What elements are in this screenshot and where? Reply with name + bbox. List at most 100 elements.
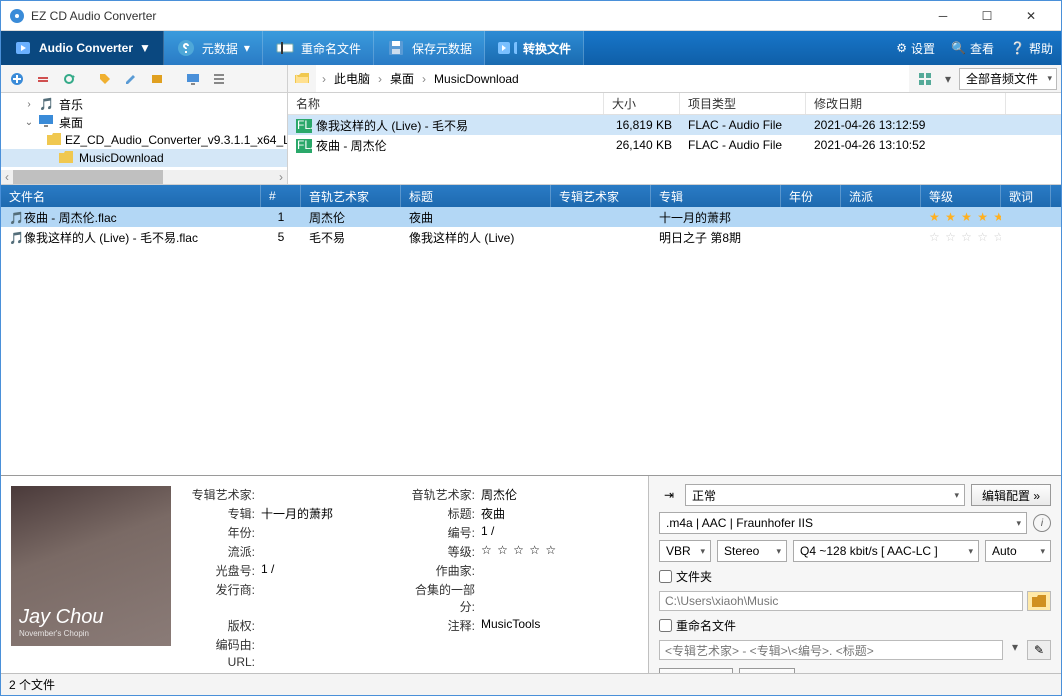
profile-combo[interactable]: 正常: [685, 484, 965, 506]
val-album[interactable]: 十一月的萧邦: [261, 505, 383, 522]
val-track-no[interactable]: 1 /: [481, 524, 623, 541]
minimize-button[interactable]: ─: [921, 2, 965, 30]
col-artist[interactable]: 音轨艺术家: [301, 185, 401, 207]
folder-check-input[interactable]: [659, 570, 672, 583]
tree-node[interactable]: MusicDownload: [1, 149, 287, 167]
col-year[interactable]: 年份: [781, 185, 841, 207]
col-name[interactable]: 名称: [288, 93, 604, 114]
col-title[interactable]: 标题: [401, 185, 551, 207]
val-track-artist[interactable]: 周杰伦: [481, 486, 623, 503]
edit-button[interactable]: [119, 68, 143, 90]
col-size[interactable]: 大小: [604, 93, 680, 114]
val-publisher[interactable]: [261, 581, 383, 615]
val-title[interactable]: 夜曲: [481, 505, 623, 522]
tag2-button[interactable]: [145, 68, 169, 90]
rename-checkbox[interactable]: 重命名文件: [659, 617, 1051, 634]
val-composer[interactable]: [481, 562, 623, 579]
col-rating[interactable]: 等级: [921, 185, 1001, 207]
collapse-icon[interactable]: ⌄: [23, 117, 35, 128]
list-button[interactable]: [207, 68, 231, 90]
col-date[interactable]: 修改日期: [806, 93, 1006, 114]
tree-node[interactable]: ›🎵音乐: [1, 95, 287, 113]
breadcrumb-segment[interactable]: MusicDownload: [428, 68, 525, 90]
edit-config-button[interactable]: 编辑配置 »: [971, 484, 1051, 506]
col-type[interactable]: 项目类型: [680, 93, 806, 114]
close-button[interactable]: ✕: [1009, 2, 1053, 30]
val-rating[interactable]: ☆ ☆ ☆ ☆ ☆: [481, 543, 623, 560]
col-lyrics[interactable]: 歌词: [1001, 185, 1051, 207]
folder-up-button[interactable]: [290, 67, 314, 89]
file-date: 2021-04-26 13:12:59: [806, 118, 1006, 132]
maximize-button[interactable]: ☐: [965, 2, 1009, 30]
col-filename[interactable]: 文件名: [1, 185, 261, 207]
val-genre[interactable]: [261, 543, 383, 560]
col-album[interactable]: 专辑: [651, 185, 781, 207]
bitrate-combo[interactable]: Q4 ~128 kbit/s [ AAC-LC ]: [793, 540, 979, 562]
file-filter-combo[interactable]: 全部音频文件: [959, 68, 1057, 90]
folder-checkbox[interactable]: 文件夹: [659, 568, 1051, 585]
remove-button[interactable]: [31, 68, 55, 90]
folder-tree[interactable]: ›🎵音乐 ⌄桌面 EZ_CD_Audio_Converter_v9.3.1.1_…: [1, 93, 288, 184]
val-copyright[interactable]: [261, 617, 383, 634]
samplerate-combo[interactable]: Auto: [985, 540, 1051, 562]
help-link[interactable]: ❔ 帮助: [1002, 31, 1061, 65]
add-button[interactable]: [5, 68, 29, 90]
track-row[interactable]: 🎵夜曲 - 周杰伦.flac 1 周杰伦 夜曲 十一月的萧邦 ★ ★ ★ ★ ★…: [1, 207, 1061, 227]
val-year[interactable]: [261, 524, 383, 541]
output-folder-path[interactable]: C:\Users\xiaoh\Music: [659, 591, 1023, 611]
rating-stars[interactable]: ★ ★ ★ ★ ★: [929, 210, 1001, 224]
col-album-artist[interactable]: 专辑艺术家: [551, 185, 651, 207]
view-link[interactable]: 🔍 查看: [943, 31, 1002, 65]
val-album-artist[interactable]: [261, 486, 383, 503]
file-type: FLAC - Audio File: [680, 138, 806, 152]
tree-node[interactable]: ⌄桌面: [1, 113, 287, 131]
breadcrumb-segment[interactable]: 桌面: [384, 68, 420, 90]
mode-combo[interactable]: VBR: [659, 540, 711, 562]
file-row[interactable]: FLAC夜曲 - 周杰伦 26,140 KB FLAC - Audio File…: [288, 135, 1061, 155]
browse-folder-button[interactable]: [1027, 591, 1051, 611]
album-cover[interactable]: Jay Chou November's Chopin: [11, 486, 171, 646]
col-genre[interactable]: 流派: [841, 185, 921, 207]
track-title: 夜曲: [401, 209, 551, 226]
file-row[interactable]: FLAC像我这样的人 (Live) - 毛不易 16,819 KB FLAC -…: [288, 115, 1061, 135]
metadata-button[interactable]: 元数据 ▾: [164, 31, 263, 65]
lbl-title: 标题:: [403, 505, 481, 522]
track-row[interactable]: 🎵像我这样的人 (Live) - 毛不易.flac 5 毛不易 像我这样的人 (…: [1, 227, 1061, 247]
rename-check-input[interactable]: [659, 619, 672, 632]
gear-icon: ⚙: [896, 41, 907, 55]
settings-link[interactable]: ⚙ 设置: [888, 31, 943, 65]
rename-pattern[interactable]: <专辑艺术家> - <专辑>\<编号>. <标题>: [659, 640, 1003, 660]
edit-pattern-button[interactable]: ✎: [1027, 640, 1051, 660]
horizontal-scrollbar[interactable]: ‹›: [1, 170, 287, 184]
audio-converter-button[interactable]: Audio Converter ▼: [1, 31, 164, 65]
val-disc[interactable]: 1 /: [261, 562, 383, 579]
breadcrumb-segment[interactable]: 此电脑: [328, 68, 376, 90]
expand-icon[interactable]: ›: [23, 99, 35, 110]
val-compilation[interactable]: [481, 581, 623, 615]
lbl-track-artist: 音轨艺术家:: [403, 486, 481, 503]
dropdown-icon[interactable]: ▾: [1007, 640, 1023, 660]
rename-button[interactable]: 重命名文件: [263, 31, 374, 65]
info-icon[interactable]: i: [1033, 514, 1051, 532]
audio-icon: 🎵: [9, 211, 24, 225]
chevron-right-icon: ›: [376, 72, 384, 86]
tag-button[interactable]: [93, 68, 117, 90]
tree-node[interactable]: EZ_CD_Audio_Converter_v9.3.1.1_x64_L: [1, 131, 287, 149]
val-url[interactable]: [261, 655, 383, 669]
val-comment[interactable]: MusicTools: [481, 617, 623, 634]
convert-button[interactable]: 转换文件: [485, 31, 584, 65]
val-encoder[interactable]: [261, 636, 383, 653]
monitor-button[interactable]: [181, 68, 205, 90]
view-mode-button[interactable]: [913, 68, 937, 90]
refresh-button[interactable]: [57, 68, 81, 90]
save-metadata-button[interactable]: 保存元数据: [374, 31, 485, 65]
rating-stars[interactable]: ☆ ☆ ☆ ☆ ☆: [929, 230, 1001, 244]
col-track-num[interactable]: #: [261, 185, 301, 207]
mini-toolbar: [1, 65, 288, 92]
channels-combo[interactable]: Stereo: [717, 540, 787, 562]
rename-check-label: 重命名文件: [676, 617, 736, 634]
format-combo[interactable]: .m4a | AAC | Fraunhofer IIS: [659, 512, 1027, 534]
file-date: 2021-04-26 13:10:52: [806, 138, 1006, 152]
dropdown-icon[interactable]: ▾: [941, 72, 955, 86]
track-num: 5: [261, 230, 301, 244]
